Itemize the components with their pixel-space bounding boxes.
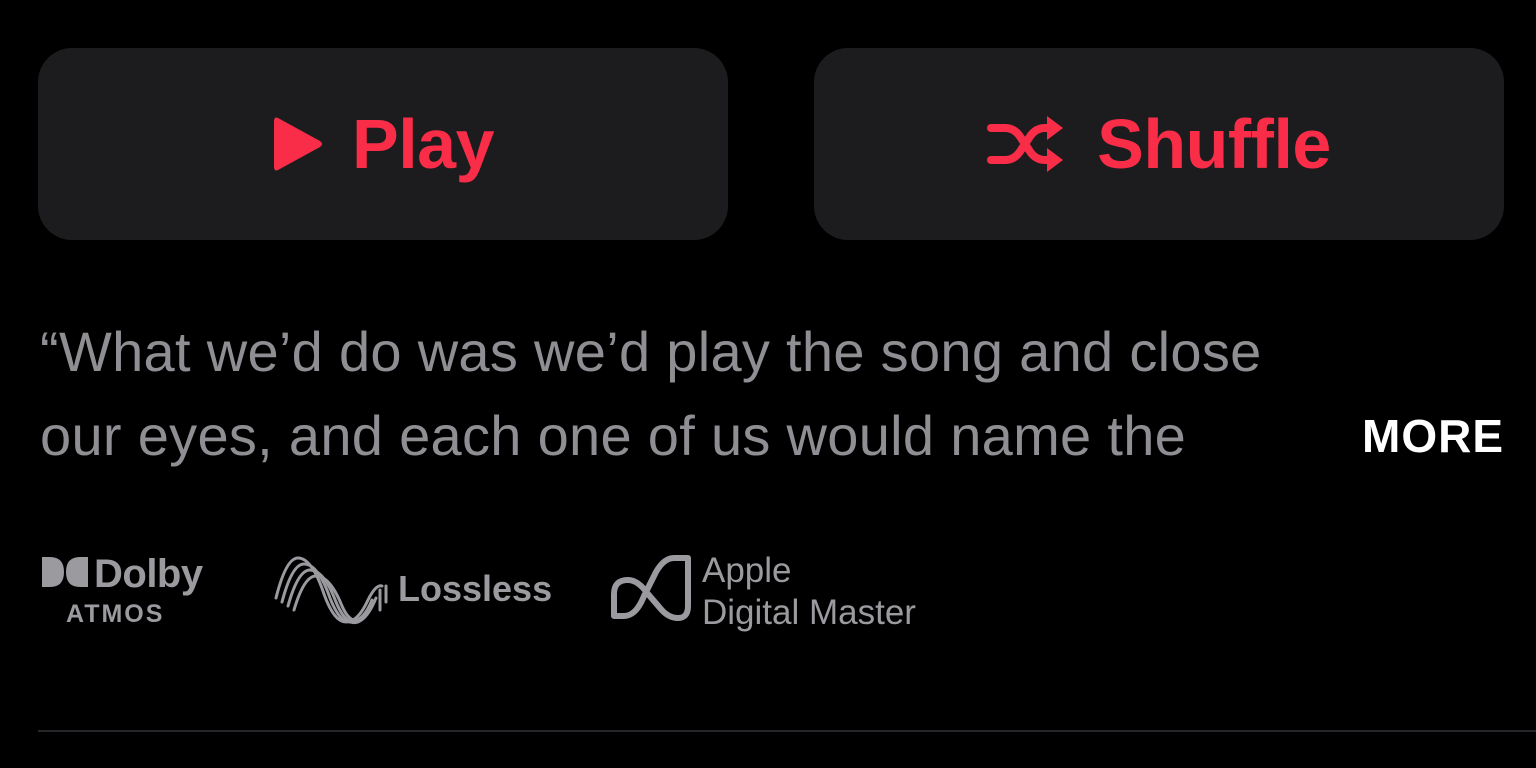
shuffle-icon (987, 112, 1065, 176)
apple-digital-master-label: Apple Digital Master (702, 550, 916, 634)
dolby-atmos-label: ATMOS (66, 600, 165, 628)
shuffle-button-label: Shuffle (1097, 105, 1331, 183)
description-line-2: our eyes, and each one of us would name … (40, 404, 1187, 467)
lossless-wave-icon (272, 556, 392, 634)
play-button[interactable]: Play (38, 48, 728, 240)
shuffle-button[interactable]: Shuffle (814, 48, 1504, 240)
description-line-1: “What we’d do was we’d play the song and… (40, 320, 1262, 383)
more-button[interactable]: MORE (1362, 394, 1504, 478)
lossless-label: Lossless (398, 568, 553, 609)
section-divider (38, 730, 1536, 732)
lossless-badge: Lossless (272, 550, 552, 635)
dolby-logo-icon (40, 555, 90, 594)
description-line-2-row: our eyes, and each one of us would name … (40, 394, 1510, 478)
apple-digital-master-icon (608, 555, 694, 634)
adm-line-1: Apple (702, 551, 792, 590)
dolby-atmos-badge: Dolby ATMOS (40, 550, 210, 629)
play-button-label: Play (352, 105, 495, 183)
apple-digital-master-badge: Apple Digital Master (608, 550, 916, 635)
album-description: “What we’d do was we’d play the song and… (40, 310, 1510, 478)
dolby-word: Dolby (94, 551, 203, 596)
adm-line-2: Digital Master (702, 593, 916, 632)
play-icon (272, 114, 324, 174)
